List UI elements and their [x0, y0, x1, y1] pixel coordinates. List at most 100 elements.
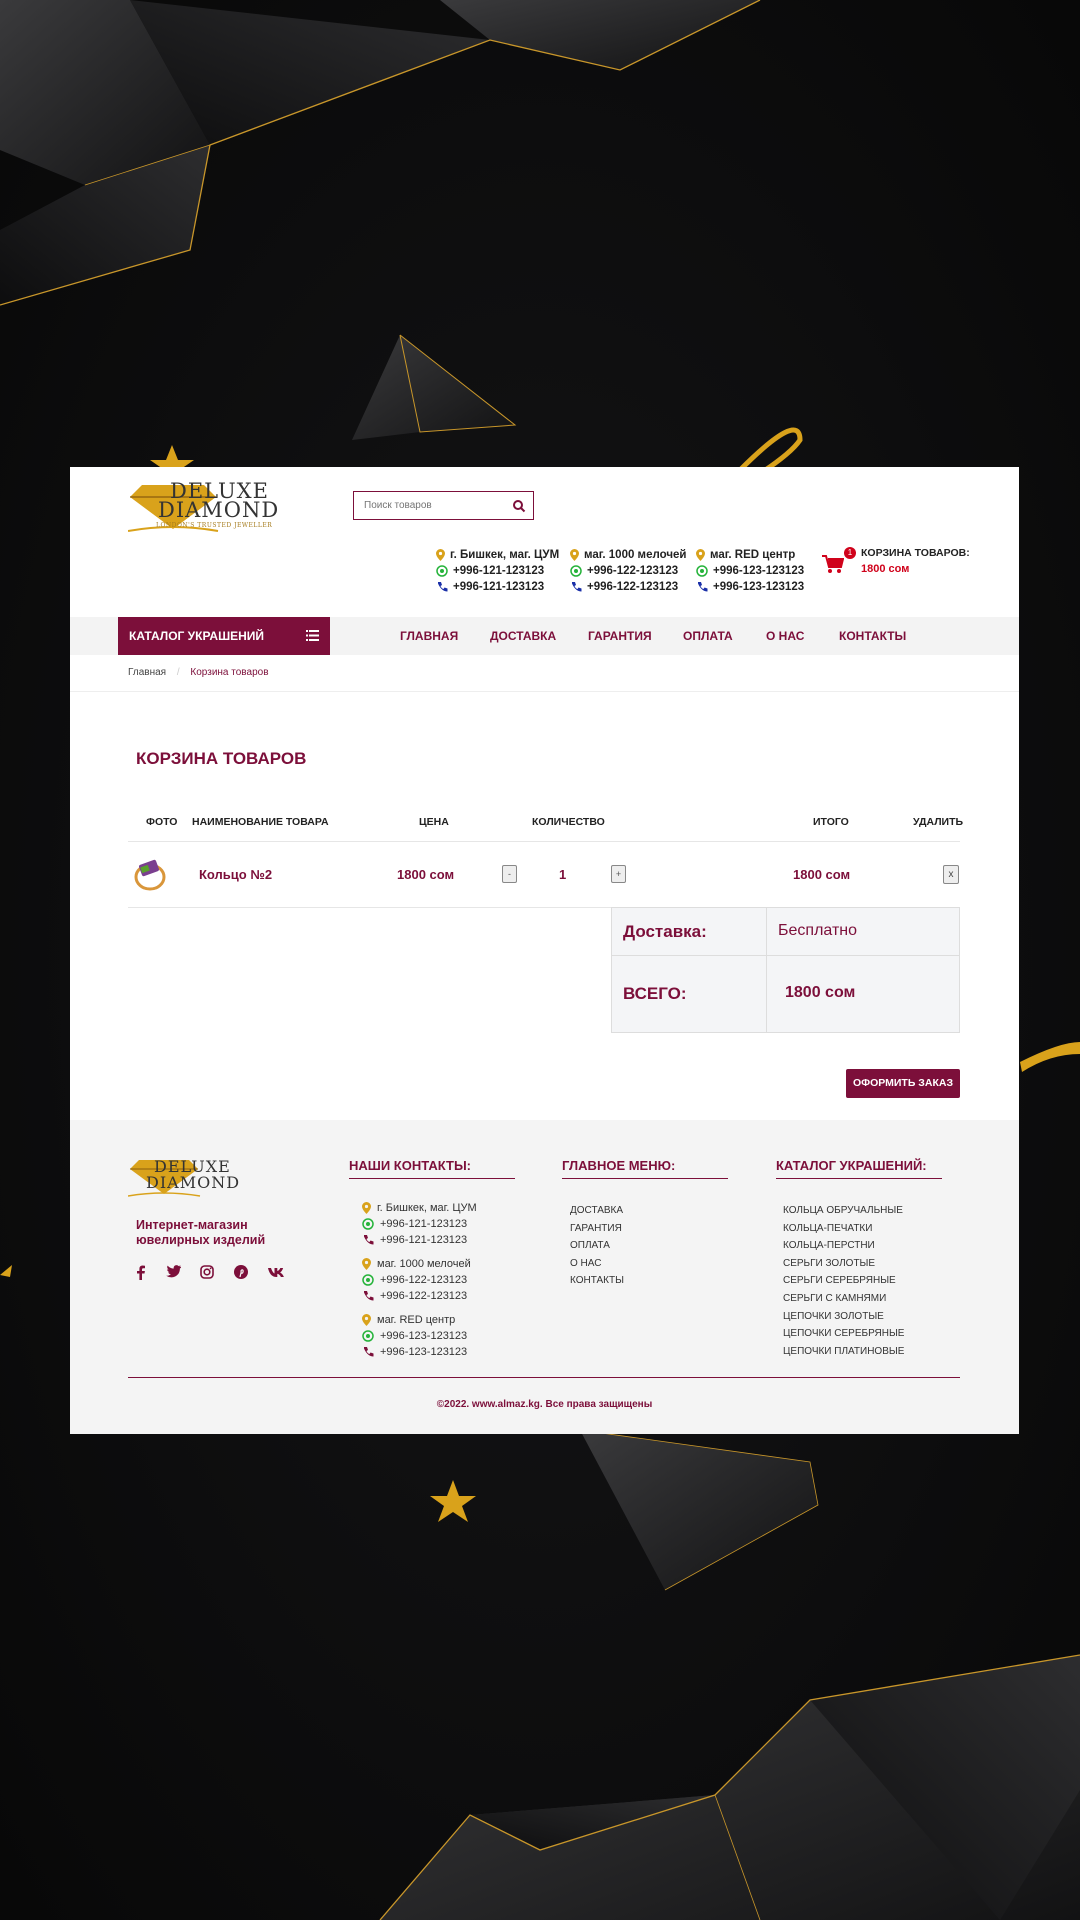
footer-catalog-item[interactable]: ЦЕПОЧКИ ЗОЛОТЫЕ [783, 1308, 904, 1326]
footer-contact-phone[interactable]: +996-121-123123 [380, 1234, 467, 1246]
whatsapp-icon [570, 565, 582, 577]
footer-main-menu: ДОСТАВКА ГАРАНТИЯ ОПЛАТА О НАС КОНТАКТЫ [570, 1202, 624, 1290]
column-header-total: ИТОГО [813, 816, 849, 828]
product-total: 1800 сом [793, 867, 851, 882]
search-icon[interactable] [512, 499, 526, 513]
whatsapp-icon [362, 1330, 374, 1342]
phone-icon [364, 1235, 374, 1245]
location-pin-icon [436, 549, 445, 561]
footer-catalog-item[interactable]: СЕРЬГИ СЕРЕБРЯНЫЕ [783, 1272, 904, 1290]
nav-item-delivery[interactable]: ДОСТАВКА [490, 617, 556, 655]
column-header-name: НАИМЕНОВАНИЕ ТОВАРА [192, 816, 329, 828]
shopping-cart-icon [822, 555, 844, 573]
quantity-decrease-button[interactable]: - [502, 865, 517, 883]
column-header-delete: УДАЛИТЬ [913, 816, 964, 828]
phone-icon [438, 582, 448, 592]
footer-title-underline [776, 1178, 942, 1179]
footer-contact-phone[interactable]: +996-123-123123 [380, 1346, 467, 1358]
footer-contact-place: маг. 1000 мелочей [377, 1258, 471, 1270]
footer-contact-whatsapp[interactable]: +996-121-123123 [380, 1218, 467, 1230]
quantity-increase-button[interactable]: + [611, 865, 626, 883]
facebook-icon[interactable] [136, 1265, 146, 1280]
quantity-value: 1 [559, 867, 567, 882]
footer-catalog-item[interactable]: ЦЕПОЧКИ ПЛАТИНОВЫЕ [783, 1343, 904, 1361]
place-order-button[interactable]: ОФОРМИТЬ ЗАКАЗ [846, 1069, 960, 1098]
footer-contact-phone[interactable]: +996-122-123123 [380, 1290, 467, 1302]
copyright: ©2022. www.almaz.kg. Все права защищены [436, 1399, 653, 1410]
cart-label: КОРЗИНА ТОВАРОВ: [861, 547, 970, 559]
nav-item-contacts[interactable]: КОНТАКТЫ [839, 617, 906, 655]
cart-count-badge: 1 [844, 547, 856, 559]
footer-catalog-item[interactable]: КОЛЬЦА-ПЕЧАТКИ [783, 1220, 904, 1238]
footer-divider [128, 1377, 960, 1378]
footer-contacts: г. Бишкек, маг. ЦУМ +996-121-123123 +996… [362, 1200, 477, 1360]
order-summary: Доставка: Бесплатно ВСЕГО: 1800 сом [611, 907, 960, 1033]
pinterest-icon[interactable] [234, 1265, 248, 1279]
product-photo[interactable] [130, 853, 170, 893]
table-divider [128, 907, 611, 908]
page-title: КОРЗИНА ТОВАРОВ [136, 749, 307, 768]
catalog-menu-button[interactable]: КАТАЛОГ УКРАШЕНИЙ [118, 617, 330, 655]
column-header-price: ЦЕНА [419, 816, 449, 828]
delivery-label: Доставка: [623, 922, 707, 941]
contact-whatsapp[interactable]: +996-121-123123 [453, 565, 544, 577]
page-card: DELUXE DIAMOND LONDON'S TRUSTED JEWELLER… [70, 467, 1019, 1434]
footer-tagline: Интернет-магазин ювелирных изделий [136, 1218, 266, 1247]
whatsapp-icon [362, 1218, 374, 1230]
contact-phone[interactable]: +996-122-123123 [587, 581, 678, 593]
nav-item-home[interactable]: ГЛАВНАЯ [400, 617, 458, 655]
footer-catalog-item[interactable]: СЕРЬГИ С КАМНЯМИ [783, 1290, 904, 1308]
contact-phone[interactable]: +996-121-123123 [453, 581, 544, 593]
footer-contact-place: г. Бишкек, маг. ЦУМ [377, 1202, 477, 1214]
footer-contact-2: маг. 1000 мелочей +996-122-123123 +996-1… [362, 1256, 477, 1304]
contact-place: маг. 1000 мелочей [584, 549, 687, 561]
footer-contact-whatsapp[interactable]: +996-122-123123 [380, 1274, 467, 1286]
footer-title-underline [349, 1178, 515, 1179]
header-contact-1: г. Бишкек, маг. ЦУМ +996-121-123123 +996… [436, 547, 559, 595]
total-value: 1800 сом [785, 984, 856, 1001]
phone-icon [698, 582, 708, 592]
contact-whatsapp[interactable]: +996-123-123123 [713, 565, 804, 577]
phone-icon [364, 1347, 374, 1357]
table-divider [128, 841, 960, 842]
footer-menu-item[interactable]: ОПЛАТА [570, 1237, 624, 1255]
nav-item-warranty[interactable]: ГАРАНТИЯ [588, 617, 652, 655]
search-input[interactable] [354, 492, 504, 519]
footer-catalog-item[interactable]: КОЛЬЦА ОБРУЧАЛЬНЫЕ [783, 1202, 904, 1220]
location-pin-icon [362, 1258, 371, 1270]
phone-icon [572, 582, 582, 592]
footer-contact-3: маг. RED центр +996-123-123123 +996-123-… [362, 1312, 477, 1360]
product-name[interactable]: Кольцо №2 [199, 867, 272, 882]
footer-catalog-title: КАТАЛОГ УКРАШЕНИЙ: [776, 1158, 927, 1173]
divider [70, 691, 1019, 692]
instagram-icon[interactable] [200, 1265, 214, 1279]
logo-subtitle: LONDON'S TRUSTED JEWELLER [156, 522, 273, 529]
nav-item-about[interactable]: О НАС [766, 617, 804, 655]
footer-catalog-list: КОЛЬЦА ОБРУЧАЛЬНЫЕ КОЛЬЦА-ПЕЧАТКИ КОЛЬЦА… [783, 1202, 904, 1360]
footer-menu-item[interactable]: ДОСТАВКА [570, 1202, 624, 1220]
footer-menu-item[interactable]: КОНТАКТЫ [570, 1272, 624, 1290]
phone-icon [364, 1291, 374, 1301]
location-pin-icon [696, 549, 705, 561]
footer-menu-item[interactable]: О НАС [570, 1255, 624, 1273]
footer-logo-line2: DIAMOND [146, 1173, 241, 1192]
vk-icon[interactable] [268, 1267, 286, 1278]
footer-catalog-item[interactable]: КОЛЬЦА-ПЕРСТНИ [783, 1237, 904, 1255]
delete-item-button[interactable]: x [943, 865, 959, 884]
twitter-icon[interactable] [166, 1265, 181, 1278]
nav-item-payment[interactable]: ОПЛАТА [683, 617, 733, 655]
contact-whatsapp[interactable]: +996-122-123123 [587, 565, 678, 577]
summary-divider [766, 908, 767, 1032]
list-icon [306, 630, 319, 641]
footer-catalog-item[interactable]: СЕРЬГИ ЗОЛОТЫЕ [783, 1255, 904, 1273]
footer-contact-place: маг. RED центр [377, 1314, 456, 1326]
breadcrumb-home[interactable]: Главная [128, 667, 166, 678]
footer-catalog-item[interactable]: ЦЕПОЧКИ СЕРЕБРЯНЫЕ [783, 1325, 904, 1343]
contact-place: маг. RED центр [710, 549, 796, 561]
contact-phone[interactable]: +996-123-123123 [713, 581, 804, 593]
column-header-photo: ФОТО [146, 816, 178, 828]
footer-menu-item[interactable]: ГАРАНТИЯ [570, 1220, 624, 1238]
product-price: 1800 сом [397, 867, 455, 882]
footer-contact-whatsapp[interactable]: +996-123-123123 [380, 1330, 467, 1342]
search-box [353, 491, 534, 520]
